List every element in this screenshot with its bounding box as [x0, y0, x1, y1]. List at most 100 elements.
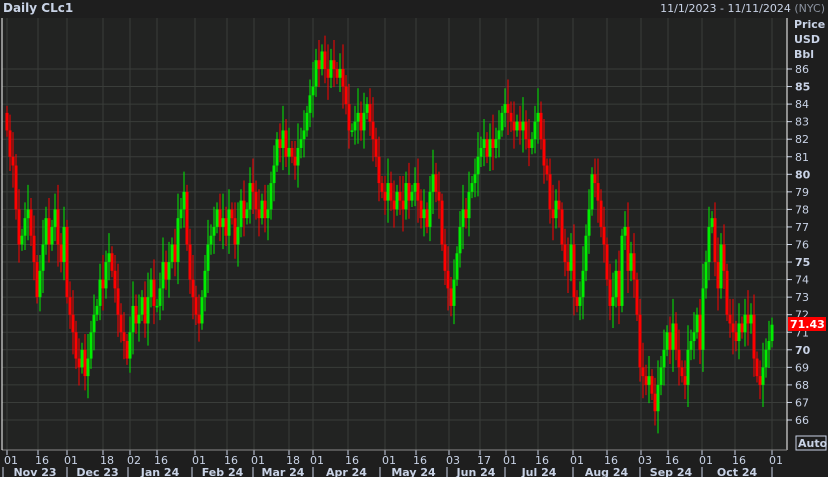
candle-down — [122, 332, 126, 342]
candle-up — [473, 174, 477, 184]
candle-down — [593, 174, 597, 184]
candle-down — [335, 69, 339, 78]
candle-down — [401, 200, 405, 210]
candle-up — [701, 288, 705, 350]
candle-down — [242, 200, 246, 219]
candle-up — [554, 200, 558, 219]
y-tick-label: 77 — [795, 221, 809, 234]
candle-down — [323, 51, 327, 69]
candle-down — [74, 332, 78, 359]
candle-up — [287, 147, 291, 157]
candle-down — [251, 183, 255, 192]
candle-down — [680, 367, 684, 377]
day-tick-label: 01 — [503, 454, 517, 467]
candle-down — [740, 323, 744, 333]
candle-down — [359, 112, 363, 131]
candle-up — [137, 314, 141, 324]
candle-down — [77, 358, 81, 368]
candle-down — [56, 209, 60, 245]
candle-up — [764, 349, 768, 368]
candle-down — [143, 297, 147, 324]
candle-down — [560, 209, 564, 245]
candle-up — [686, 349, 690, 385]
candle-up — [62, 226, 66, 263]
candle-down — [563, 244, 567, 263]
candle-down — [434, 174, 438, 192]
candlestick-chart[interactable]: 6667686970717273747576777879808182838485… — [0, 0, 828, 477]
candle-down — [224, 218, 228, 236]
candle-up — [659, 367, 663, 385]
candle-down — [539, 112, 543, 140]
candle-down — [605, 244, 609, 280]
candle-down — [722, 244, 726, 271]
candle-up — [476, 156, 480, 175]
candle-down — [437, 191, 441, 201]
candle-up — [167, 262, 171, 280]
y-tick-label: 86 — [795, 63, 809, 76]
candle-down — [758, 376, 762, 385]
candle-up — [707, 226, 711, 263]
candle-up — [749, 314, 753, 324]
candle-up — [614, 270, 618, 298]
candle-down — [347, 104, 351, 131]
candle-down — [527, 139, 531, 148]
candle-up — [611, 297, 615, 306]
candle-down — [341, 69, 345, 87]
candle-up — [710, 218, 714, 227]
candle-down — [677, 349, 681, 368]
candle-down — [317, 60, 321, 69]
y-tick-label: 66 — [795, 414, 809, 427]
candle-down — [524, 121, 528, 140]
candle-up — [245, 209, 249, 219]
last-price-label: 71.43 — [790, 318, 825, 331]
candle-up — [149, 279, 153, 298]
candle-up — [338, 69, 342, 78]
candle-up — [20, 235, 24, 245]
candle-down — [32, 235, 36, 263]
candle-up — [362, 112, 366, 131]
candle-down — [14, 165, 18, 210]
candle-up — [41, 244, 45, 271]
candle-up — [431, 174, 435, 192]
candle-down — [566, 262, 570, 271]
candle-up — [329, 60, 333, 78]
month-label: Jan 24 — [140, 466, 180, 477]
candle-down — [491, 139, 495, 148]
candle-down — [575, 297, 579, 306]
candle-down — [746, 314, 750, 324]
candle-up — [212, 226, 216, 236]
auto-scale-label: Auto — [798, 437, 828, 450]
candle-up — [23, 218, 27, 236]
candle-up — [203, 270, 207, 298]
y-tick-label: 67 — [795, 396, 809, 409]
y-tick-label: 79 — [795, 186, 809, 199]
candle-up — [26, 209, 30, 219]
candle-up — [209, 235, 213, 245]
candle-down — [713, 218, 717, 263]
candle-down — [68, 297, 72, 315]
y-tick-label: 74 — [795, 274, 809, 287]
candle-up — [170, 244, 174, 263]
candle-up — [305, 112, 309, 131]
candle-up — [761, 367, 765, 385]
candle-down — [572, 244, 576, 298]
candle-up — [296, 147, 300, 166]
candle-up — [413, 183, 417, 192]
candle-down — [464, 209, 468, 219]
candle-up — [200, 297, 204, 324]
candle-down — [506, 104, 510, 113]
candle-down — [194, 297, 198, 315]
candle-up — [581, 270, 585, 298]
candle-down — [407, 183, 411, 201]
candle-down — [65, 226, 69, 298]
candle-down — [188, 244, 192, 280]
candle-up — [215, 209, 219, 227]
candle-up — [248, 183, 252, 210]
candle-up — [533, 121, 537, 140]
candle-down — [263, 200, 267, 219]
candle-up — [536, 112, 540, 122]
y-tick-label: 85 — [795, 81, 810, 94]
candle-up — [155, 305, 159, 308]
candle-up — [743, 314, 747, 333]
month-label: Nov 23 — [13, 466, 56, 477]
